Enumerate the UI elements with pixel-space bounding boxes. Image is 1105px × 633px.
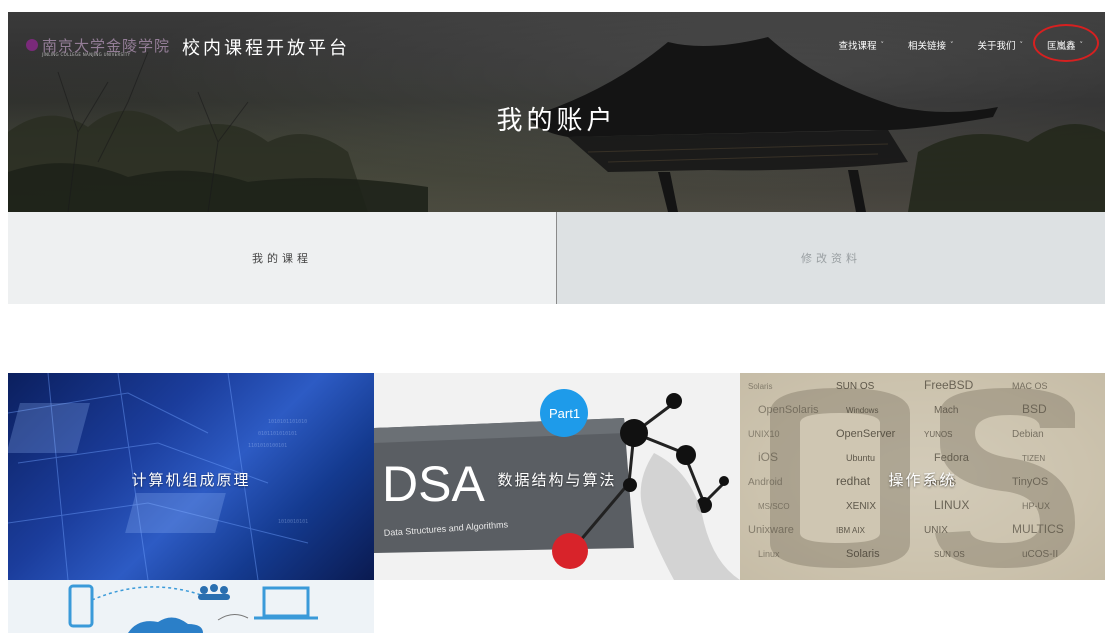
os-word: SUN OS [836,381,875,392]
os-word: TIZEN [1022,454,1045,463]
chevron-down-icon: ˅ [880,41,884,49]
course-title: 操作系统 [888,471,957,489]
top-nav: 查找课程 ˅ 相关链接 ˅ 关于我们 ˅ 匡嵐鑫 ˅ [826,24,1099,62]
os-word: IBM AIX [836,526,866,535]
chevron-down-icon: ˅ [949,41,954,49]
dsa-badge: Part1 [549,406,580,421]
page-title: 我的账户 [496,106,617,136]
logo-emblem-icon [26,39,38,51]
nav-label: 关于我们 [977,41,1016,52]
os-word: OpenServer [836,428,896,440]
tab-edit-profile[interactable]: 修改资料 [557,212,1105,304]
os-word: OpenSolaris [758,404,819,416]
logo-subtext: JINLING COLLEGE NANJING UNIVERSITY [42,52,131,57]
tab-my-courses[interactable]: 我的课程 [8,212,557,304]
nav-label: 查找课程 [838,41,877,52]
os-word: UNIX [924,525,948,536]
chevron-down-icon: ˅ [1019,41,1023,49]
course-title: 计算机组成原理 [131,471,251,489]
nav-about-us[interactable]: 关于我们 ˅ [965,38,1035,52]
course-card-data-structures[interactable]: Part1 DSA Data Structures and Algorithms… [374,373,740,580]
os-word: FreeBSD [924,378,974,392]
os-word: MAC OS [1012,381,1048,391]
os-word: iOS [758,450,778,464]
nav-related-links[interactable]: 相关链接 ˅ [896,38,966,52]
course-card-operating-systems[interactable]: Solaris SUN OS FreeBSD MAC OS OpenSolaris Win… [740,373,1105,580]
os-word: MS/SCO [758,502,790,511]
devices-network-image [68,584,318,633]
os-word: Fedora [934,452,970,464]
course-title: 数据结构与算法 [497,471,617,489]
page: 南京大学金陵学院 JINLING COLLEGE NANJING UNIVERS… [0,0,1105,633]
os-word: Linux [758,549,780,559]
course-card-computer-organization[interactable]: 1010101101010 0101101010101 1101010100101… [8,373,374,580]
os-word: BSD [1022,402,1047,416]
os-word: HP-UX [1022,501,1050,511]
os-word: LINUX [934,498,969,512]
os-word: Solaris [748,382,772,391]
os-word: XENIX [846,501,876,512]
svg-text:1010010101: 1010010101 [278,519,308,525]
nav-find-courses[interactable]: 查找课程 ˅ [826,38,896,52]
brand[interactable]: 南京大学金陵学院 JINLING COLLEGE NANJING UNIVERS… [26,34,350,60]
os-word: Debian [1012,429,1044,440]
os-word: Unixware [748,524,794,536]
account-tabs: 我的课程 修改资料 [8,212,1105,304]
os-word: YUNOS [924,430,952,439]
nav-label: 相关链接 [907,41,946,52]
os-word: UNIX10 [748,429,780,439]
os-word: uCOS-II [1022,549,1058,560]
os-word: Solaris [846,548,880,560]
svg-text:0101101010101: 0101101010101 [258,431,297,437]
svg-text:1010101101010: 1010101101010 [268,419,307,425]
os-word: MULTICS [1012,522,1064,536]
hero-banner: 南京大学金陵学院 JINLING COLLEGE NANJING UNIVERS… [8,12,1105,212]
os-word: Windows [846,406,878,415]
chevron-down-icon: ˅ [1079,41,1084,49]
course-card-networking[interactable] [8,580,374,633]
svg-text:1101010100101: 1101010100101 [248,443,287,449]
college-logo: 南京大学金陵学院 JINLING COLLEGE NANJING UNIVERS… [26,35,174,59]
site-title: 校内课程开放平台 [182,38,350,59]
os-word: Mach [934,405,958,416]
nav-user-menu[interactable]: 匡嵐鑫 ˅ [1033,24,1099,62]
os-word: Ubuntu [846,453,875,463]
user-name: 匡嵐鑫 [1046,41,1076,52]
os-word: SUN OS [934,550,965,559]
